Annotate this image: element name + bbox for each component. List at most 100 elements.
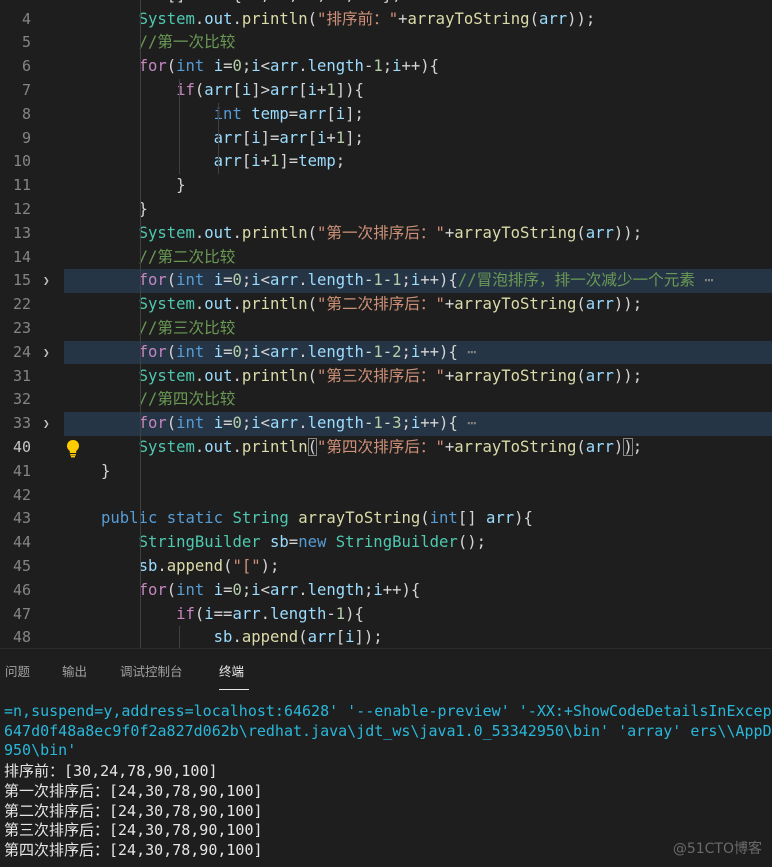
code-text: } <box>101 176 186 195</box>
code-text: } <box>101 461 111 480</box>
code-text: System.out.println("第三次排序后："+arrayToStri… <box>138 366 643 385</box>
tab-terminal[interactable]: 终端 <box>219 661 244 680</box>
terminal-output-line: 排序前：[30,24,78,90,100] <box>4 762 218 780</box>
line-number: 48 <box>12 628 31 647</box>
code-line-10[interactable]: 10 arr[i+1]=temp; <box>0 150 772 174</box>
code-text: for(int i=0;i<arr.length-1-3;i++){ ⋯ <box>138 414 477 433</box>
code-line-43[interactable]: 43 public static String arrayToString(int… <box>0 507 772 531</box>
fold-chevron-icon[interactable]: ❯ <box>43 269 57 293</box>
line-number: 44 <box>12 533 31 552</box>
line-number: 46 <box>12 580 31 599</box>
code-line-11[interactable]: 11 } <box>0 174 772 198</box>
line-number: 43 <box>12 509 31 528</box>
code-text: for(int i=0;i<arr.length;i++){ <box>138 580 421 599</box>
code-text: System.out.println("第四次排序后："+arrayToStri… <box>138 437 643 456</box>
indent-guide <box>179 78 180 175</box>
line-number: 4 <box>21 9 31 28</box>
code-line[interactable]: int[] arr={30,24,78,90,100}; <box>0 0 772 8</box>
code-text: for(int i=0;i<arr.length-1;i++){ <box>138 57 440 76</box>
code-line-13[interactable]: 13 System.out.println("第一次排序后："+arrayToS… <box>0 222 772 246</box>
line-number: 22 <box>12 295 31 314</box>
lightbulb-icon[interactable] <box>64 438 82 458</box>
code-line-42[interactable]: 42 <box>0 484 772 508</box>
code-line-7[interactable]: 7 if(arr[i]>arr[i+1]){ <box>0 79 772 103</box>
line-number: 45 <box>12 556 31 575</box>
line-number: 11 <box>12 176 31 195</box>
code-text: arr[i+1]=temp; <box>213 152 346 171</box>
code-line-33[interactable]: 33 ❯ for(int i=0;i<arr.length-1-3;i++){ ⋯ <box>13 412 772 436</box>
code-line-22[interactable]: 22 System.out.println("第二次排序后："+arrayToS… <box>0 293 772 317</box>
code-line-40[interactable]: 40 System.out.println("第四次排序后："+arrayToS… <box>0 436 772 460</box>
code-text: //第四次比较 <box>138 390 236 409</box>
code-line-14[interactable]: 14 //第二次比较 <box>0 246 772 270</box>
line-number: 13 <box>12 223 31 242</box>
code-line-12[interactable]: 12 } <box>0 198 772 222</box>
code-line-8[interactable]: 8 int temp=arr[i]; <box>0 103 772 127</box>
watermark: @51CTO博客 <box>672 841 762 857</box>
code-text: System.out.println("第一次排序后："+arrayToStri… <box>138 223 643 242</box>
line-number: 40 <box>12 437 31 456</box>
code-line-47[interactable]: 47 if(i==arr.length-1){ <box>0 603 772 627</box>
line-number: 42 <box>12 485 31 504</box>
code-line-24[interactable]: 24 ❯ for(int i=0;i<arr.length-1-2;i++){ ⋯ <box>13 340 772 365</box>
code-text: //第三次比较 <box>138 318 236 337</box>
code-line-32[interactable]: 32 //第四次比较 <box>0 388 772 412</box>
code-text: public static String arrayToString(int[]… <box>101 509 533 528</box>
tab-output[interactable]: 输出 <box>62 661 87 680</box>
code-line-9[interactable]: 9 arr[i]=arr[i+1]; <box>0 127 772 151</box>
code-text: //第二次比较 <box>138 247 236 266</box>
line-number: 6 <box>21 57 31 76</box>
line-number: 12 <box>12 199 31 218</box>
terminal-command-line: =n,suspend=y,address=localhost:64628' '-… <box>4 702 772 720</box>
fold-chevron-icon[interactable]: ❯ <box>43 412 57 436</box>
code-text: System.out.println("排序前："+arrayToString(… <box>138 9 596 28</box>
code-line-41[interactable]: 41} <box>0 460 772 484</box>
code-text: //第一次比较 <box>138 33 236 52</box>
line-number: 41 <box>12 461 31 480</box>
code-text: for(int i=0;i<arr.length-1-1;i++){//冒泡排序… <box>138 271 714 290</box>
line-number: 33 <box>12 414 31 433</box>
code-line-23[interactable]: 23 //第三次比较 <box>0 317 772 341</box>
code-line-6[interactable]: 6 for(int i=0;i<arr.length-1;i++){ <box>0 55 772 79</box>
line-number: 31 <box>12 366 31 385</box>
line-number: 7 <box>21 80 31 99</box>
line-number: 14 <box>12 247 31 266</box>
code-text: System.out.println("第二次排序后："+arrayToStri… <box>138 295 643 314</box>
line-number: 5 <box>21 33 31 52</box>
active-tab-indicator <box>219 689 249 690</box>
indent-guide <box>140 0 141 648</box>
line-number: 15 <box>12 271 31 290</box>
terminal-command-line: 950\bin' <box>4 741 77 759</box>
terminal-command-line: 647d0f48a8ec9f0f2a827d062b\redhat.java\j… <box>4 721 772 740</box>
indent-guide <box>179 626 180 648</box>
line-number: 32 <box>12 390 31 409</box>
panel-tab-bar: 问题 输出 调试控制台 终端 <box>0 648 772 696</box>
code-text: int[] arr={30,24,78,90,100}; <box>101 0 402 8</box>
terminal-output-line: 第二次排序后：[24,30,78,90,100] <box>4 801 263 820</box>
line-number: 23 <box>12 318 31 337</box>
code-line-45[interactable]: 45 sb.append("["); <box>0 555 772 579</box>
terminal-output-line: 第四次排序后：[24,30,78,90,100] <box>4 841 263 859</box>
fold-chevron-icon[interactable]: ❯ <box>43 341 57 365</box>
code-text: sb.append("["); <box>138 556 280 575</box>
code-line-5[interactable]: 5 //第一次比较 <box>0 31 772 55</box>
code-text: StringBuilder sb=new StringBuilder(); <box>138 533 486 552</box>
terminal-panel[interactable]: =n,suspend=y,address=localhost:64628' '-… <box>0 696 772 867</box>
terminal-output-line: 第一次排序后：[24,30,78,90,100] <box>4 782 263 800</box>
code-line-31[interactable]: 31 System.out.println("第三次排序后："+arrayToS… <box>0 365 772 389</box>
line-number: 47 <box>12 604 31 623</box>
code-line-4[interactable]: 4 System.out.println("排序前："+arrayToStrin… <box>0 8 772 32</box>
code-line-46[interactable]: 46 for(int i=0;i<arr.length;i++){ <box>0 579 772 603</box>
tab-debug-console[interactable]: 调试控制台 <box>120 661 183 680</box>
code-text: sb.append(arr[i]); <box>213 628 383 647</box>
line-number: 8 <box>21 104 31 123</box>
code-line-15[interactable]: 15 ❯ for(int i=0;i<arr.length-1-1;i++){//… <box>13 269 772 294</box>
line-number: 10 <box>12 152 31 171</box>
line-number: 9 <box>21 128 31 147</box>
code-line-44[interactable]: 44 StringBuilder sb=new StringBuilder(); <box>0 531 772 555</box>
tab-problems[interactable]: 问题 <box>5 661 30 680</box>
code-editor[interactable]: int[] arr={30,24,78,90,100};4 System.out… <box>0 0 772 648</box>
code-text: for(int i=0;i<arr.length-1-2;i++){ ⋯ <box>138 342 477 361</box>
indent-guide <box>218 102 219 175</box>
code-line-48[interactable]: 48 sb.append(arr[i]); <box>0 626 772 648</box>
